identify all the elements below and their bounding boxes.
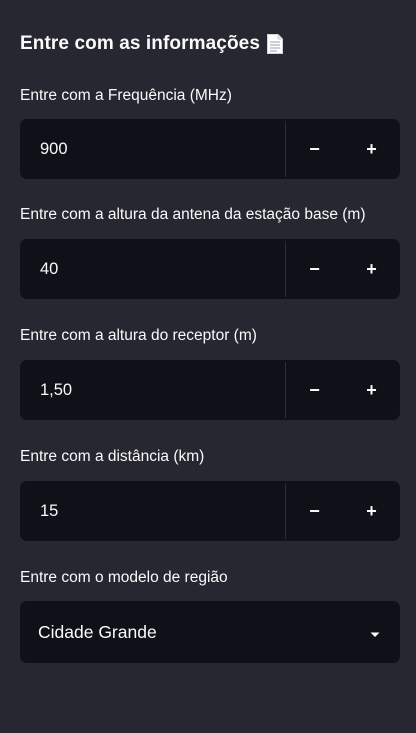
minus-icon: − <box>309 258 320 279</box>
receiver-height-label: Entre com a altura do receptor (m) <box>20 327 257 344</box>
plus-icon: + <box>366 258 377 279</box>
minus-icon: − <box>309 500 320 521</box>
distance-input[interactable]: 15 <box>22 483 286 539</box>
frequency-number-input: 900 − + <box>20 119 400 179</box>
region-model-field: Entre com o modelo de região Cidade Gran… <box>20 567 400 663</box>
base-antenna-height-decrement-button[interactable]: − <box>286 239 343 299</box>
frequency-decrement-button[interactable]: − <box>286 119 343 179</box>
plus-icon: + <box>366 500 377 521</box>
frequency-input[interactable]: 900 <box>22 121 286 177</box>
distance-label: Entre com a distância (km) <box>20 448 205 465</box>
receiver-height-number-input: 1,50 − + <box>20 360 400 420</box>
receiver-height-decrement-button[interactable]: − <box>286 360 343 420</box>
receiver-height-input[interactable]: 1,50 <box>22 362 286 418</box>
receiver-height-increment-button[interactable]: + <box>343 360 400 420</box>
plus-icon: + <box>366 138 377 159</box>
base-antenna-height-field: Entre com a altura da antena da estação … <box>20 204 400 299</box>
frequency-label: Entre com a Frequência (MHz) <box>20 87 232 104</box>
distance-decrement-button[interactable]: − <box>286 481 343 541</box>
base-antenna-height-increment-button[interactable]: + <box>343 239 400 299</box>
chevron-down-icon <box>370 622 380 643</box>
distance-field: Entre com a distância (km) 15 − + <box>20 446 400 541</box>
region-model-label: Entre com o modelo de região <box>20 569 228 586</box>
frequency-field: Entre com a Frequência (MHz) 900 − + <box>20 85 400 179</box>
minus-icon: − <box>309 138 320 159</box>
plus-icon: + <box>366 379 377 400</box>
sidebar-heading: Entre com as informações <box>20 33 284 55</box>
region-model-selected-value: Cidade Grande <box>38 621 157 642</box>
receiver-height-field: Entre com a altura do receptor (m) 1,50 … <box>20 325 400 420</box>
region-model-select[interactable]: Cidade Grande <box>20 601 400 663</box>
distance-increment-button[interactable]: + <box>343 481 400 541</box>
base-antenna-height-number-input: 40 − + <box>20 239 400 299</box>
page-facing-up-icon <box>266 33 284 55</box>
sidebar: Entre com as informações Entre com a Fre… <box>0 0 416 733</box>
frequency-increment-button[interactable]: + <box>343 119 400 179</box>
base-antenna-height-input[interactable]: 40 <box>22 241 286 297</box>
base-antenna-height-label: Entre com a altura da antena da estação … <box>20 206 366 223</box>
distance-number-input: 15 − + <box>20 481 400 541</box>
minus-icon: − <box>309 379 320 400</box>
heading-text: Entre com as informações <box>20 33 260 54</box>
